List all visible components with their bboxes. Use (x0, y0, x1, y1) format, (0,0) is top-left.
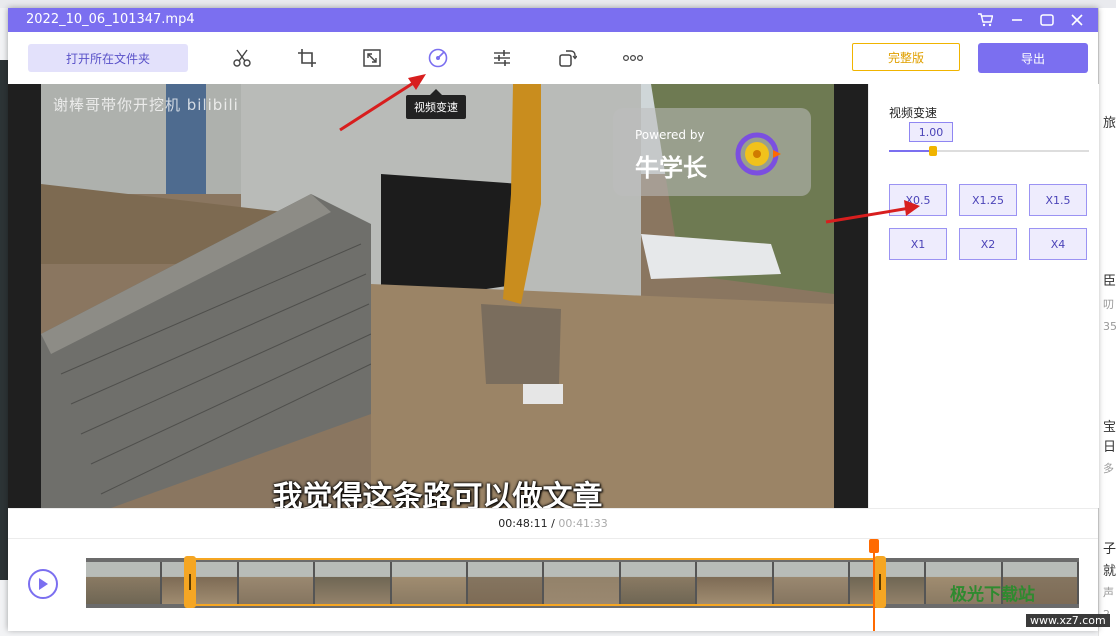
background-top-strip (0, 0, 1116, 8)
toolbar: 打开所在文件夹 完整版 导出 (8, 32, 1098, 85)
speed-option-x2[interactable]: X2 (959, 228, 1017, 260)
current-time: 00:48:11 (498, 517, 548, 530)
speed-option-x1-25[interactable]: X1.25 (959, 184, 1017, 216)
background-right-panel: 旅 臣 叨 35 宝 日 多 子 就 声 2 (1098, 8, 1116, 636)
speed-value-input[interactable]: 1.00 (909, 122, 953, 142)
trim-end-handle[interactable] (874, 556, 886, 608)
speed-icon[interactable] (426, 46, 450, 70)
close-icon[interactable] (1066, 10, 1088, 30)
playhead-handle[interactable] (869, 539, 879, 553)
playhead-line (873, 547, 875, 631)
more-icon[interactable] (621, 46, 645, 70)
rotate-icon[interactable] (555, 46, 579, 70)
open-folder-button[interactable]: 打开所在文件夹 (28, 44, 188, 72)
title-bar: 2022_10_06_101347.mp4 (8, 8, 1098, 32)
speed-slider-thumb[interactable] (929, 146, 937, 156)
export-button[interactable]: 导出 (978, 43, 1088, 73)
speed-slider[interactable] (889, 146, 1089, 156)
speed-option-x0-5[interactable]: X0.5 (889, 184, 947, 216)
trim-selection (186, 558, 886, 606)
total-time: 00:41:33 (558, 517, 608, 530)
speed-option-x1-5[interactable]: X1.5 (1029, 184, 1087, 216)
play-button[interactable] (28, 569, 58, 599)
time-display: 00:48:11 / 00:41:33 (8, 517, 1098, 530)
play-icon (39, 578, 48, 590)
maximize-icon[interactable] (1036, 10, 1058, 30)
bg-text-fragment: 宝 (1103, 420, 1116, 435)
background-left-strip (0, 60, 8, 580)
bg-text-fragment: 就 (1103, 564, 1116, 579)
time-separator: / (551, 517, 555, 530)
film-frame (86, 562, 163, 604)
video-watermark: 谢棒哥带你开挖机 bilibili (53, 96, 239, 114)
time-display-row: 00:48:11 / 00:41:33 (8, 508, 1098, 539)
site-url: www.xz7.com (1026, 614, 1110, 627)
brand-logo-icon (735, 132, 781, 176)
trim-start-handle[interactable] (184, 556, 196, 608)
speed-slider-fill (889, 150, 933, 152)
adjust-icon[interactable] (490, 46, 514, 70)
speed-label: 视频变速 (889, 106, 938, 120)
timeline (8, 538, 1098, 631)
crop-icon[interactable] (295, 46, 319, 70)
bg-text-fragment: 子 (1103, 542, 1116, 557)
video-preview-area: 谢棒哥带你开挖机 bilibili Powered by 牛学长 我觉得这条路可… (8, 84, 868, 508)
bg-text-fragment: 日 (1103, 440, 1116, 455)
video-subtitle: 我觉得这条路可以做文章 (272, 480, 603, 508)
speed-option-x4[interactable]: X4 (1029, 228, 1087, 260)
scissors-icon[interactable] (230, 46, 254, 70)
speed-panel: 视频变速 1.00 X0.5 X1.25 X1.5 X1 X2 X4 (868, 84, 1099, 508)
bg-text-fragment: 多 (1103, 462, 1114, 475)
powered-by-text: Powered by (635, 128, 705, 142)
bg-text-fragment: 35 (1103, 320, 1116, 333)
resize-icon[interactable] (360, 46, 384, 70)
brand-text: 牛学长 (635, 154, 707, 182)
speed-option-x1[interactable]: X1 (889, 228, 947, 260)
speed-tooltip: 视频变速 (406, 89, 466, 119)
bg-text-fragment: 旅 (1103, 116, 1116, 131)
editor-window: 2022_10_06_101347.mp4 打开所在文件夹 完整版 导出 谢棒哥… (8, 8, 1099, 631)
site-logo: 极光下载站 (950, 585, 1035, 605)
bg-text-fragment: 叨 (1103, 298, 1114, 311)
window-title: 2022_10_06_101347.mp4 (26, 12, 195, 27)
bg-text-fragment: 臣 (1103, 274, 1116, 289)
full-version-button[interactable]: 完整版 (852, 43, 960, 71)
bg-text-fragment: 声 (1103, 586, 1114, 599)
powered-by-badge: Powered by 牛学长 (613, 108, 811, 196)
minimize-icon[interactable] (1006, 10, 1028, 30)
cart-icon[interactable] (974, 10, 996, 30)
video-frame[interactable]: 谢棒哥带你开挖机 bilibili Powered by 牛学长 我觉得这条路可… (41, 84, 834, 508)
